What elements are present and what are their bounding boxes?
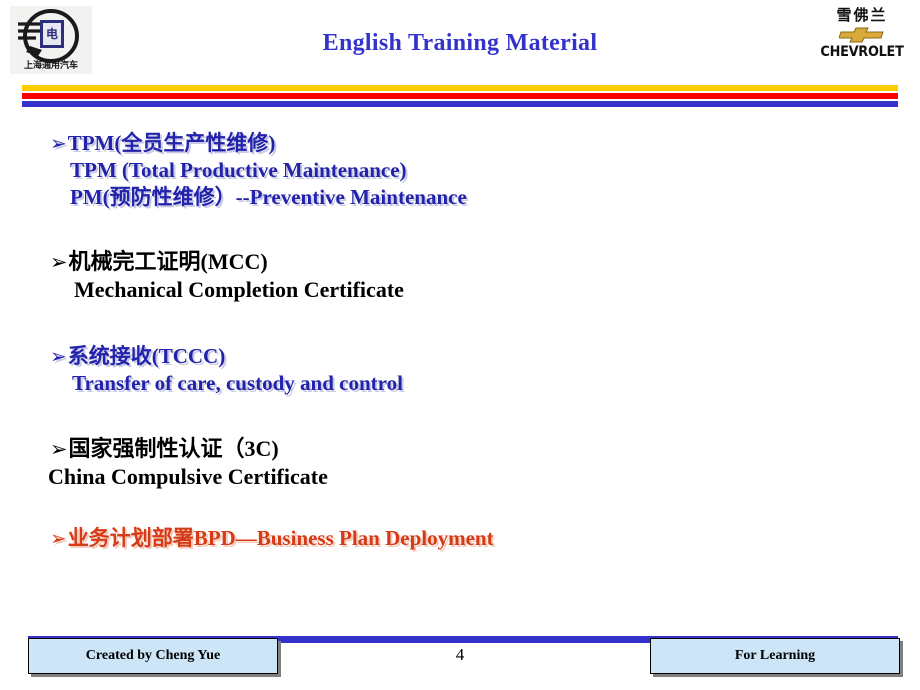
svg-text:上海通用汽车: 上海通用汽车	[24, 59, 78, 71]
bullet-line-mcc-en: Mechanical Completion Certificate	[74, 277, 404, 303]
content-block-bpd: ➢业务计划部署BPD—Business Plan Deployment	[50, 525, 494, 552]
chevrolet-wordmark: CHEVROLET	[820, 44, 904, 60]
arrow-bullet-icon: ➢	[50, 344, 67, 368]
header-divider-rules	[22, 85, 898, 107]
slide-header: 电 上海通用汽车 English Training Material 雪佛兰 C…	[0, 0, 920, 82]
arrow-bullet-icon: ➢	[50, 131, 67, 155]
bullet-line-bpd: ➢业务计划部署BPD—Business Plan Deployment	[50, 525, 494, 552]
bullet-line-pm: PM(预防性维修）--Preventive Maintenance	[70, 184, 467, 209]
chevrolet-chinese-name: 雪佛兰	[836, 6, 888, 24]
bullet-line-tccc-en: Transfer of care, custody and control	[72, 370, 403, 395]
bullet-line-3c-cn: ➢国家强制性认证（3C)	[50, 435, 328, 463]
bullet-line-text: 业务计划部署BPD—Business Plan Deployment	[67, 526, 494, 550]
chevrolet-logo: 雪佛兰 CHEVROLET	[816, 6, 908, 72]
divider-rule-red	[22, 93, 898, 99]
content-block-mcc: ➢机械完工证明(MCC) Mechanical Completion Certi…	[50, 248, 404, 304]
divider-rule-gold	[22, 85, 898, 91]
page-title: English Training Material	[322, 30, 598, 56]
bullet-line-text: 机械完工证明(MCC)	[68, 249, 268, 274]
content-block-3c: ➢国家强制性认证（3C) China Compulsive Certificat…	[48, 435, 328, 491]
chevrolet-bowtie-icon	[816, 26, 908, 44]
divider-rule-blue	[22, 101, 898, 107]
arrow-bullet-icon: ➢	[50, 250, 68, 274]
bullet-line-text: 系统接收(TCCC)	[67, 344, 226, 368]
bullet-line-text: TPM(全员生产性维修)	[67, 131, 276, 155]
bullet-line-mcc-cn: ➢机械完工证明(MCC)	[50, 248, 404, 276]
bullet-line-tpm-en: TPM (Total Productive Maintenance)	[70, 157, 407, 182]
page-number: 4	[455, 645, 465, 664]
bullet-line-tpm-cn: ➢TPM(全员生产性维修)	[50, 130, 467, 157]
bullet-line-text: 国家强制性认证（3C)	[68, 436, 279, 461]
bullet-line-3c-en: China Compulsive Certificate	[48, 464, 328, 490]
bullet-line-tccc-cn: ➢系统接收(TCCC)	[50, 343, 403, 370]
content-block-tpm: ➢TPM(全员生产性维修) TPM (Total Productive Main…	[50, 130, 467, 211]
content-block-tccc: ➢系统接收(TCCC) Transfer of care, custody an…	[50, 343, 403, 397]
arrow-bullet-icon: ➢	[50, 526, 67, 550]
arrow-bullet-icon: ➢	[50, 437, 68, 461]
